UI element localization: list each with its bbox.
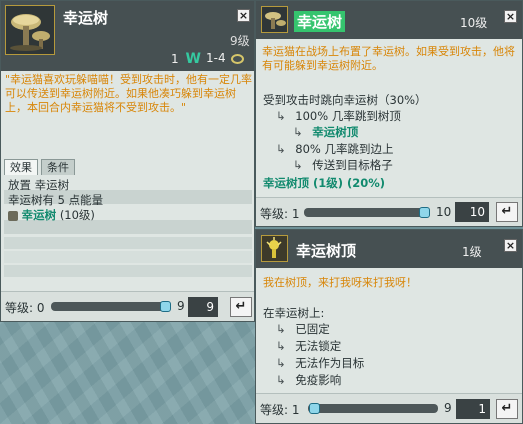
treetop-icon — [266, 237, 282, 258]
enter-button[interactable]: ↵ — [230, 297, 252, 317]
state-icon — [261, 6, 288, 33]
trigger-line: 受到攻击时跳向幸运树（30%） — [263, 93, 427, 107]
mushroom-tree-icon — [10, 14, 50, 51]
state-level: 10级 — [460, 16, 488, 30]
mushroom-tree-icon — [265, 12, 286, 29]
state-item-text: 无法锁定 — [295, 339, 342, 353]
spell-icon — [5, 5, 55, 55]
branch-arrow-icon: ↳ — [293, 158, 303, 172]
level-max: 10 — [436, 205, 452, 219]
level-slider-knob[interactable] — [419, 207, 430, 218]
state-title: 幸运树 — [294, 11, 346, 32]
state-item-text: 无法作为目标 — [295, 356, 365, 370]
state-item: ↳ 已固定 — [276, 321, 330, 337]
level-max: 9 — [444, 401, 452, 415]
branch-arrow-icon: ↳ — [293, 125, 303, 139]
state-item-text: 已固定 — [295, 322, 330, 336]
wp-cost: 1 W — [171, 51, 201, 67]
branch-text: 80% 几率跳到边上 — [295, 142, 394, 156]
state-panel-lucky-treetop: 幸运树顶 1级 × 我在树顶，来打我呀来打我呀！ 在幸运树上: ↳ 已固定 ↳ … — [255, 229, 523, 424]
level-slider[interactable] — [304, 208, 428, 217]
range-value: 1-4 — [206, 51, 226, 65]
branch-sub-line[interactable]: ↳ 幸运树顶 — [293, 124, 358, 140]
level-max: 9 — [177, 299, 185, 313]
level-input[interactable]: 9 — [188, 297, 218, 317]
level-input[interactable]: 1 — [456, 399, 490, 419]
on-tree-line: 在幸运树上: — [263, 306, 325, 320]
level-footer: 等级: 1 9 1 ↵ — [256, 393, 522, 423]
spell-panel-lucky-tree: 幸运树 × 9级 1 W 1-4 "幸运猫喜欢玩躲喵喵！受到攻击时，他有一定几率… — [0, 0, 255, 322]
branch-sub-link[interactable]: 幸运树顶 — [312, 125, 358, 139]
summon-icon — [8, 210, 18, 221]
wp-cost-value: 1 — [171, 52, 179, 66]
tab-effects[interactable]: 效果 — [4, 159, 38, 175]
level-input[interactable]: 10 — [455, 202, 489, 222]
wp-icon: W — [185, 51, 201, 67]
level-label: 等级: 1 — [260, 403, 300, 417]
state-item: ↳ 无法作为目标 — [276, 355, 364, 371]
level-footer: 等级: 0 9 9 ↵ — [1, 291, 254, 321]
close-button[interactable]: × — [504, 10, 517, 23]
branch-line: ↳ 100% 几率跳到树顶 — [276, 108, 401, 124]
effect-line: 幸运树有 5 点能量 — [8, 193, 104, 207]
enter-button[interactable]: ↵ — [496, 202, 518, 222]
close-button[interactable]: × — [504, 239, 517, 252]
summary-line[interactable]: 幸运树顶 (1级) (20%) — [263, 175, 385, 191]
effect-line: 放置 幸运树 — [8, 178, 70, 192]
branch-arrow-icon: ↳ — [276, 339, 286, 353]
level-label: 等级: 1 — [260, 207, 300, 221]
range-info: 1-4 — [206, 51, 245, 65]
state-description: 幸运猫在战场上布置了幸运树。如果受到攻击，他将有可能躲到幸运树附近。 — [262, 45, 515, 72]
level-label: 等级: 0 — [5, 301, 45, 315]
level-slider-knob[interactable] — [160, 301, 171, 312]
enter-button[interactable]: ↵ — [496, 399, 518, 419]
spell-title: 幸运树 — [63, 9, 109, 27]
state-item-text: 免疫影响 — [295, 373, 342, 387]
state-level: 1级 — [462, 245, 482, 259]
state-title: 幸运树顶 — [296, 242, 357, 260]
summon-level: (10级) — [59, 208, 95, 222]
eye-icon — [231, 53, 245, 64]
state-item: ↳ 免疫影响 — [276, 372, 341, 388]
branch-arrow-icon: ↳ — [276, 142, 286, 156]
branch-arrow-icon: ↳ — [276, 356, 286, 370]
effect-row-bg — [4, 251, 252, 263]
branch-arrow-icon: ↳ — [276, 322, 286, 336]
branch-sub-line: ↳ 传送到目标格子 — [293, 157, 393, 173]
level-slider[interactable] — [51, 302, 171, 311]
state-description: 我在树顶，来打我呀来打我呀！ — [263, 276, 417, 289]
branch-line: ↳ 80% 几率跳到边上 — [276, 141, 394, 157]
summon-line[interactable]: 幸运树 (10级) — [8, 207, 95, 223]
level-slider-knob[interactable] — [309, 403, 320, 414]
spell-level: 9级 — [230, 34, 250, 48]
spell-description: "幸运猫喜欢玩躲喵喵！受到攻击时，他有一定几率可以传送到幸运树附近。如果他凑巧躲… — [5, 73, 253, 114]
state-icon — [261, 235, 288, 262]
branch-sub-text: 传送到目标格子 — [312, 158, 393, 172]
level-slider[interactable] — [308, 404, 438, 413]
summon-name[interactable]: 幸运树 — [22, 208, 57, 222]
branch-arrow-icon: ↳ — [276, 109, 286, 123]
close-button[interactable]: × — [237, 9, 250, 22]
level-footer: 等级: 1 10 10 ↵ — [256, 197, 522, 226]
branch-text: 100% 几率跳到树顶 — [295, 109, 401, 123]
state-item: ↳ 无法锁定 — [276, 338, 341, 354]
effect-row-bg — [4, 265, 252, 277]
state-panel-lucky-tree: 幸运树 10级 × 幸运猫在战场上布置了幸运树。如果受到攻击，他将有可能躲到幸运… — [255, 0, 523, 227]
branch-arrow-icon: ↳ — [276, 373, 286, 387]
game-background — [0, 320, 255, 424]
effect-row-bg — [4, 237, 252, 249]
tab-conditions[interactable]: 条件 — [41, 159, 75, 175]
